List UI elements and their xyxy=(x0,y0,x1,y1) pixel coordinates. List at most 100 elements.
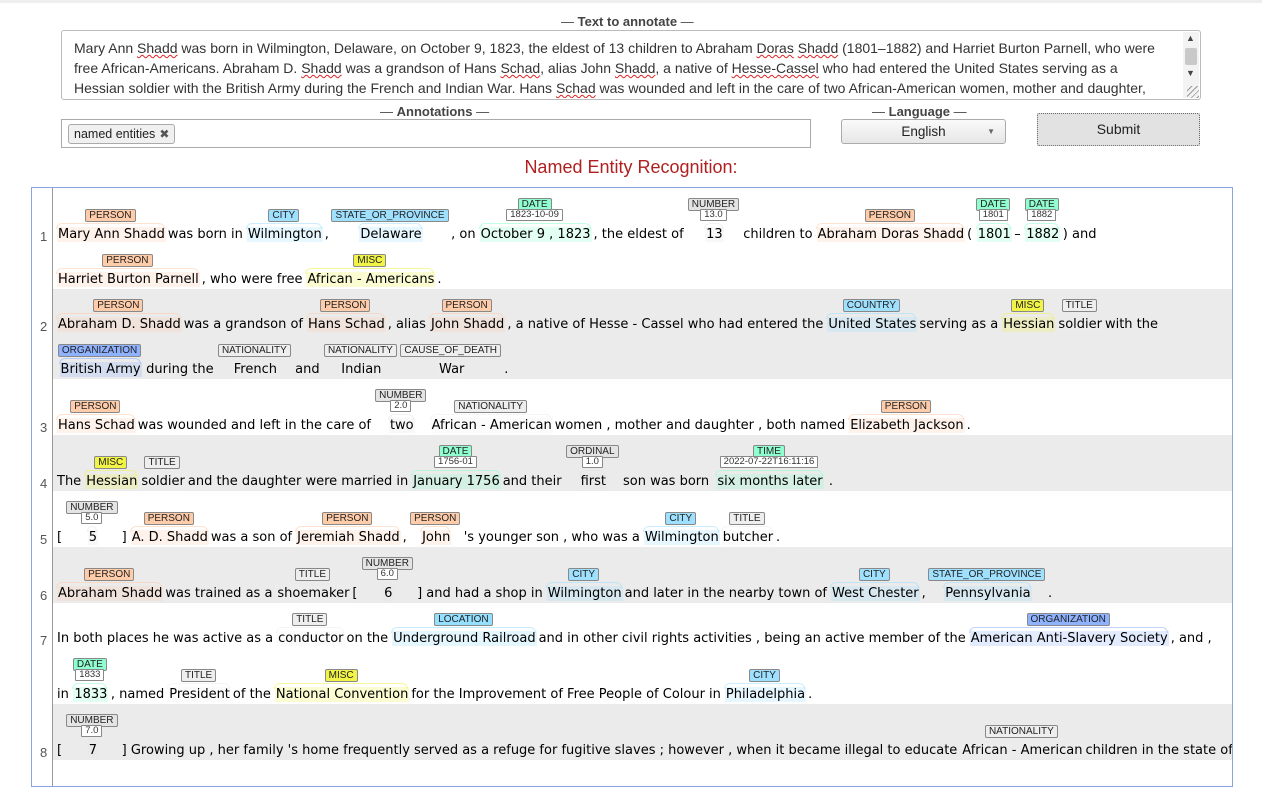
entity-token[interactable]: A. D. Shadd xyxy=(130,530,209,545)
entity-token[interactable]: Delaware xyxy=(359,227,423,242)
entity-token[interactable]: first xyxy=(579,474,607,489)
entity-label[interactable]: NATIONALITY xyxy=(217,344,291,357)
entity-token[interactable]: Wilmington xyxy=(643,530,720,545)
entity-label[interactable]: STATE_OR_PROVINCE xyxy=(928,568,1046,581)
entity-token[interactable]: Hans Schad xyxy=(57,418,136,433)
entity-token[interactable]: shoemaker xyxy=(276,586,351,601)
entity-label[interactable]: STATE_OR_PROVINCE xyxy=(331,209,449,222)
entity-token[interactable]: 1882 xyxy=(1025,227,1061,242)
entity-token[interactable]: Hessian xyxy=(85,474,139,489)
entity-label[interactable]: MISC xyxy=(353,254,387,267)
entity-token[interactable]: Abraham Shadd xyxy=(57,586,164,601)
entity-label[interactable]: CAUSE_OF_DEATH xyxy=(400,344,502,357)
remove-tag-icon[interactable]: ✖ xyxy=(159,127,169,141)
entity-token[interactable]: Elizabeth Jackson xyxy=(849,418,965,433)
entity-label[interactable]: CITY xyxy=(858,568,890,581)
entity-label[interactable]: ORGANIZATION xyxy=(57,344,142,357)
scroll-thumb[interactable] xyxy=(1185,48,1197,65)
entity-token[interactable]: African - American xyxy=(961,743,1084,758)
plain-text-token: ) and xyxy=(1062,227,1097,242)
entity-token[interactable]: six months later xyxy=(716,474,824,489)
submit-button[interactable]: Submit xyxy=(1037,113,1200,146)
entity-label[interactable]: NATIONALITY xyxy=(984,725,1058,738)
entity-label[interactable]: TITLE xyxy=(1061,299,1097,312)
entity-label[interactable]: PERSON xyxy=(143,512,194,525)
entity-token[interactable]: October 9 , 1823 xyxy=(479,227,592,242)
entity-label[interactable]: TITLE xyxy=(180,669,217,682)
entity-token[interactable]: Hans Schad xyxy=(307,317,386,332)
entity-label[interactable]: PERSON xyxy=(102,254,153,267)
entity-token[interactable]: 13 xyxy=(705,227,724,242)
entity-token[interactable]: Pennsylvania xyxy=(944,586,1032,601)
entity-token[interactable]: United States xyxy=(827,317,918,332)
entity-token[interactable]: Abraham D. Shadd xyxy=(57,317,182,332)
entity-token[interactable]: Mary Ann Shadd xyxy=(57,227,166,242)
entity-label[interactable]: PERSON xyxy=(864,209,915,222)
entity-token[interactable]: Abraham Doras Shadd xyxy=(816,227,966,242)
entity-token[interactable]: President xyxy=(168,687,231,702)
entity-label[interactable]: NATIONALITY xyxy=(323,344,397,357)
entity-label[interactable]: PERSON xyxy=(93,299,144,312)
language-select[interactable]: English ▼ xyxy=(841,119,1006,144)
entity-label[interactable]: TITLE xyxy=(144,456,180,469)
entity-token[interactable]: Hessian xyxy=(1002,317,1056,332)
entity-token[interactable]: 1833 xyxy=(73,687,109,702)
scroll-up-icon[interactable]: ▲ xyxy=(1186,33,1195,43)
entity-token[interactable]: British Army xyxy=(59,362,142,377)
entity-token[interactable]: War xyxy=(438,362,466,377)
entity-token[interactable]: butcher xyxy=(721,530,775,545)
entity-token[interactable]: 1801 xyxy=(976,227,1012,242)
entity-token[interactable]: conductor xyxy=(277,631,345,646)
entity-label[interactable]: CITY xyxy=(568,568,600,581)
entity-token[interactable]: African - American xyxy=(430,418,553,433)
entity-label[interactable]: PERSON xyxy=(70,400,121,413)
text-input[interactable]: Mary Ann Shadd was born in Wilmington, D… xyxy=(61,30,1201,100)
entity-token[interactable]: 6 xyxy=(383,586,394,601)
entity-label[interactable]: MISC xyxy=(324,669,358,682)
entity-token[interactable]: African - Americans xyxy=(306,272,436,287)
entity-label[interactable]: CITY xyxy=(665,512,697,525)
entity-token[interactable]: John xyxy=(421,530,452,545)
entity-label[interactable]: TITLE xyxy=(292,613,328,626)
plain-text-token: [ xyxy=(57,743,63,758)
entity-token[interactable]: National Convention xyxy=(274,687,410,702)
scroll-down-icon[interactable]: ▼ xyxy=(1186,68,1195,78)
entity-token[interactable]: American Anti-Slavery Society xyxy=(969,631,1169,646)
entity-token[interactable]: Underground Railroad xyxy=(392,631,537,646)
entity-token[interactable]: West Chester xyxy=(831,586,920,601)
entity-label[interactable]: CITY xyxy=(749,669,780,682)
entity-token[interactable]: Philadelphia xyxy=(724,687,807,702)
entity-span-arc xyxy=(968,627,1168,633)
entity-token[interactable]: John Shadd xyxy=(429,317,506,332)
entity-token[interactable]: soldier xyxy=(1057,317,1103,332)
entity-label[interactable]: PERSON xyxy=(441,299,492,312)
entity-token[interactable]: Wilmington xyxy=(246,227,323,242)
entity-label[interactable]: PERSON xyxy=(85,209,136,222)
entity-label[interactable]: CITY xyxy=(268,209,300,222)
entity-token[interactable]: 7 xyxy=(87,743,98,758)
entity-label[interactable]: TITLE xyxy=(729,512,765,525)
entity-token[interactable]: 5 xyxy=(87,530,98,545)
entity-label[interactable]: MISC xyxy=(1011,299,1045,312)
entity-label[interactable]: PERSON xyxy=(84,568,135,581)
entity-label[interactable]: LOCATION xyxy=(434,613,493,626)
entity-label[interactable]: COUNTRY xyxy=(842,299,900,312)
entity-label[interactable]: ORGANIZATION xyxy=(1026,613,1110,626)
entity-token[interactable]: Wilmington xyxy=(546,586,623,601)
entity-token[interactable]: two xyxy=(388,418,415,433)
entity-token[interactable]: January 1756 xyxy=(412,474,501,489)
annotations-input[interactable]: named entities ✖ xyxy=(61,119,811,148)
entity-label[interactable]: PERSON xyxy=(322,512,373,525)
entity-token[interactable]: soldier xyxy=(140,474,186,489)
resize-handle-icon[interactable] xyxy=(1187,86,1199,98)
entity-token[interactable]: Harriet Burton Parnell xyxy=(57,272,200,287)
entity-label[interactable]: TITLE xyxy=(294,568,331,581)
entity-label[interactable]: PERSON xyxy=(410,512,461,525)
entity-label[interactable]: PERSON xyxy=(320,299,371,312)
entity-label[interactable]: NATIONALITY xyxy=(454,400,528,413)
entity-token[interactable]: French xyxy=(232,362,278,377)
entity-token[interactable]: Indian xyxy=(340,362,383,377)
entity-label[interactable]: PERSON xyxy=(880,400,932,413)
entity-token[interactable]: Jeremiah Shadd xyxy=(296,530,401,545)
entity-label[interactable]: MISC xyxy=(94,456,128,469)
